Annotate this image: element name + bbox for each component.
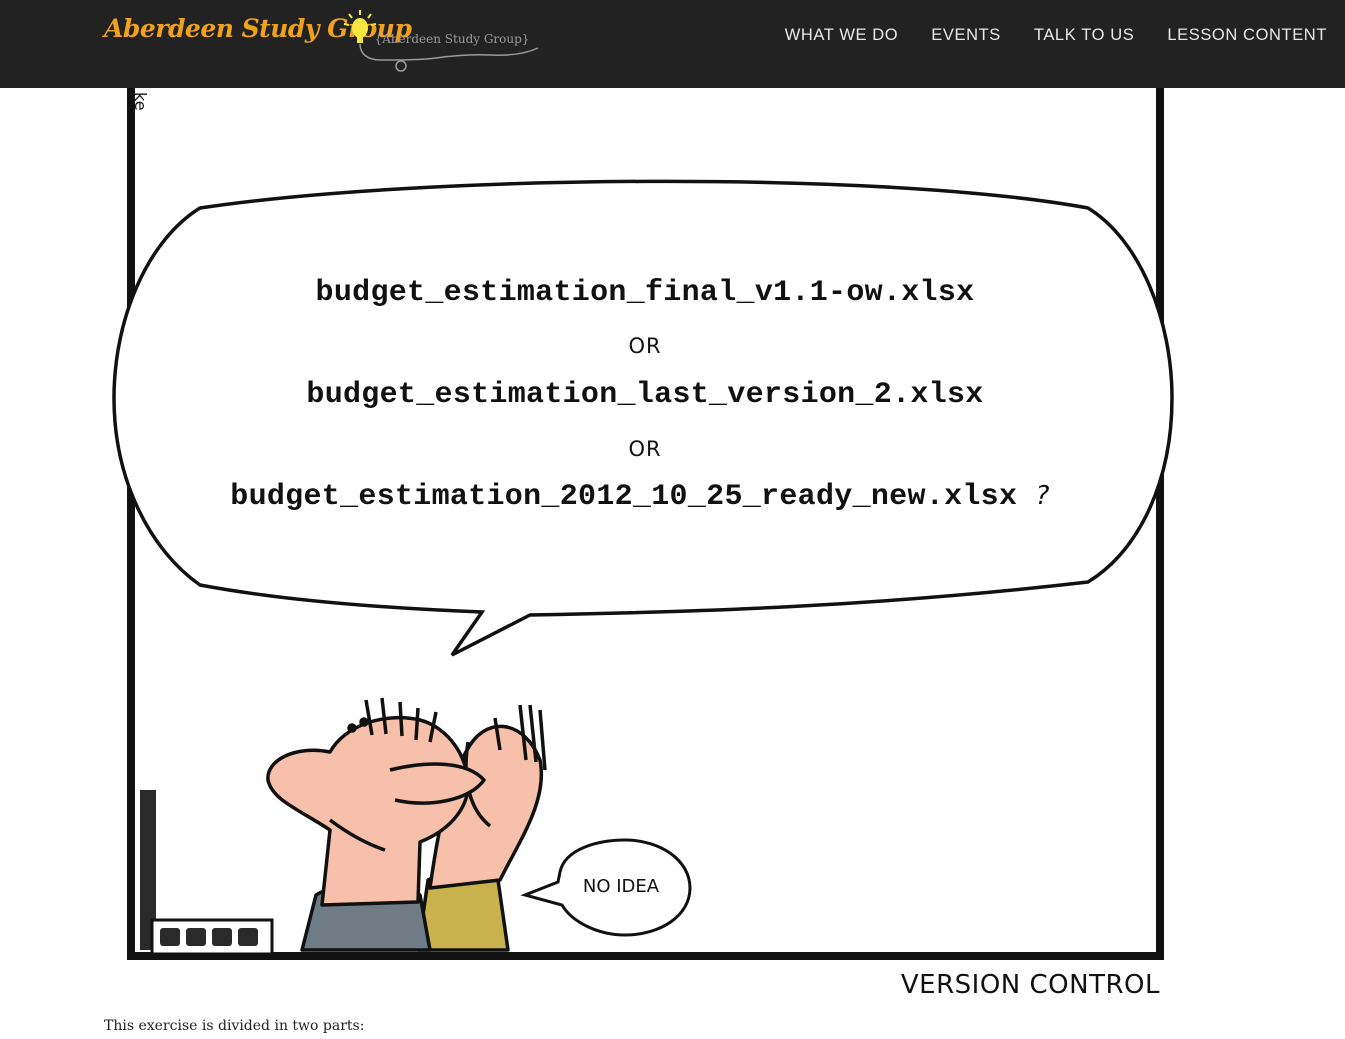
or-label-1: OR bbox=[628, 334, 662, 358]
nav-what-we-do[interactable]: WHAT WE DO bbox=[785, 26, 899, 45]
reply-text: NO IDEA bbox=[582, 876, 660, 897]
filename-1: budget_estimation_final_v1.1-ow.xlsx bbox=[315, 276, 975, 310]
speech-bubble bbox=[112, 179, 1174, 657]
comic-caption: VERSION CONTROL bbox=[900, 970, 1160, 1000]
filename-2: budget_estimation_last_version_2.xlsx bbox=[306, 378, 984, 412]
lightbulb-logo-icon: {Aberdeen Study Group} bbox=[343, 10, 539, 72]
nav-events[interactable]: EVENTS bbox=[931, 26, 1001, 45]
panel-side-text: ke bbox=[131, 92, 150, 111]
filename-3-line: budget_estimation_2012_10_25_ready_new.x… bbox=[0, 480, 1280, 514]
main-nav: WHAT WE DO EVENTS TALK TO US LESSON CONT… bbox=[785, 26, 1327, 45]
question-mark: ? bbox=[1035, 481, 1050, 511]
filename-3: budget_estimation_2012_10_25_ready_new.x… bbox=[230, 480, 1018, 514]
nav-talk-to-us[interactable]: TALK TO US bbox=[1034, 26, 1134, 45]
site-header: Aberdeen Study Group {Aberdeen Study Gro… bbox=[0, 0, 1345, 88]
nav-lesson-content[interactable]: LESSON CONTENT bbox=[1167, 26, 1327, 45]
or-label-2: OR bbox=[628, 437, 662, 461]
intro-paragraph: This exercise is divided in two parts: bbox=[104, 1018, 365, 1034]
comic-panel: ke budget_estimation_final_v1.1-ow.xlsx … bbox=[0, 0, 1345, 1035]
logo-text: {Aberdeen Study Group} bbox=[375, 32, 530, 46]
site-logo[interactable]: {Aberdeen Study Group} bbox=[340, 8, 545, 74]
